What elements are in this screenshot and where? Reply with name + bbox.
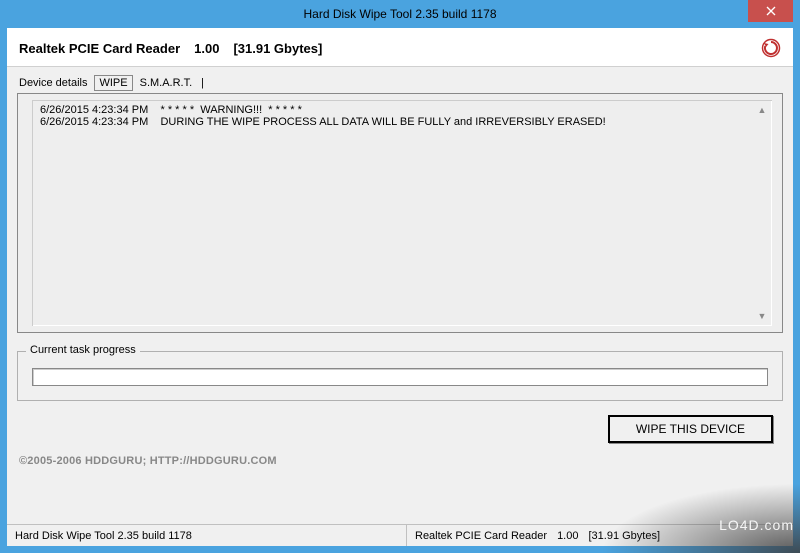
window-title: Hard Disk Wipe Tool 2.35 build 1178 (304, 7, 497, 21)
device-header: Realtek PCIE Card Reader 1.00 [31.91 Gby… (7, 28, 793, 67)
wipe-device-button[interactable]: WIPE THIS DEVICE (608, 415, 773, 443)
device-info: Realtek PCIE Card Reader 1.00 [31.91 Gby… (19, 41, 322, 56)
device-size: [31.91 Gbytes] (233, 41, 322, 56)
device-version: 1.00 (194, 41, 219, 56)
titlebar[interactable]: Hard Disk Wipe Tool 2.35 build 1178 (7, 0, 793, 28)
close-icon (766, 6, 776, 16)
status-right: Realtek PCIE Card Reader 1.00 [31.91 Gby… (407, 525, 793, 546)
progress-legend: Current task progress (26, 344, 140, 356)
scroll-down-icon[interactable]: ▼ (756, 310, 768, 322)
progress-bar (32, 368, 768, 386)
content-area: Device details WIPE S.M.A.R.T. | 6/26/20… (7, 67, 793, 524)
close-button[interactable] (748, 0, 793, 22)
refresh-icon[interactable] (761, 38, 781, 58)
log-text-area[interactable]: 6/26/2015 4:23:34 PM * * * * * WARNING!!… (32, 100, 772, 326)
log-line: 6/26/2015 4:23:34 PM * * * * * WARNING!!… (40, 104, 754, 116)
tab-strip: Device details WIPE S.M.A.R.T. | (17, 75, 783, 91)
tab-wipe[interactable]: WIPE (94, 75, 132, 91)
tab-end-bracket: | (199, 75, 206, 91)
log-line: 6/26/2015 4:23:34 PM DURING THE WIPE PRO… (40, 116, 754, 128)
status-left: Hard Disk Wipe Tool 2.35 build 1178 (7, 525, 407, 546)
status-version: 1.00 (557, 530, 578, 542)
app-window: Hard Disk Wipe Tool 2.35 build 1178 Real… (0, 0, 800, 553)
copyright-text: ©2005-2006 HDDGURU; HTTP://HDDGURU.COM (17, 451, 783, 475)
tab-smart[interactable]: S.M.A.R.T. (138, 75, 195, 91)
action-row: WIPE THIS DEVICE (17, 411, 783, 451)
progress-group: Current task progress (17, 351, 783, 401)
statusbar: Hard Disk Wipe Tool 2.35 build 1178 Real… (7, 524, 793, 546)
status-size: [31.91 Gbytes] (588, 530, 660, 542)
status-device: Realtek PCIE Card Reader (415, 530, 547, 542)
scroll-up-icon[interactable]: ▲ (756, 104, 768, 116)
log-panel: 6/26/2015 4:23:34 PM * * * * * WARNING!!… (17, 93, 783, 333)
device-name: Realtek PCIE Card Reader (19, 41, 180, 56)
tab-device-details[interactable]: Device details (17, 75, 89, 91)
